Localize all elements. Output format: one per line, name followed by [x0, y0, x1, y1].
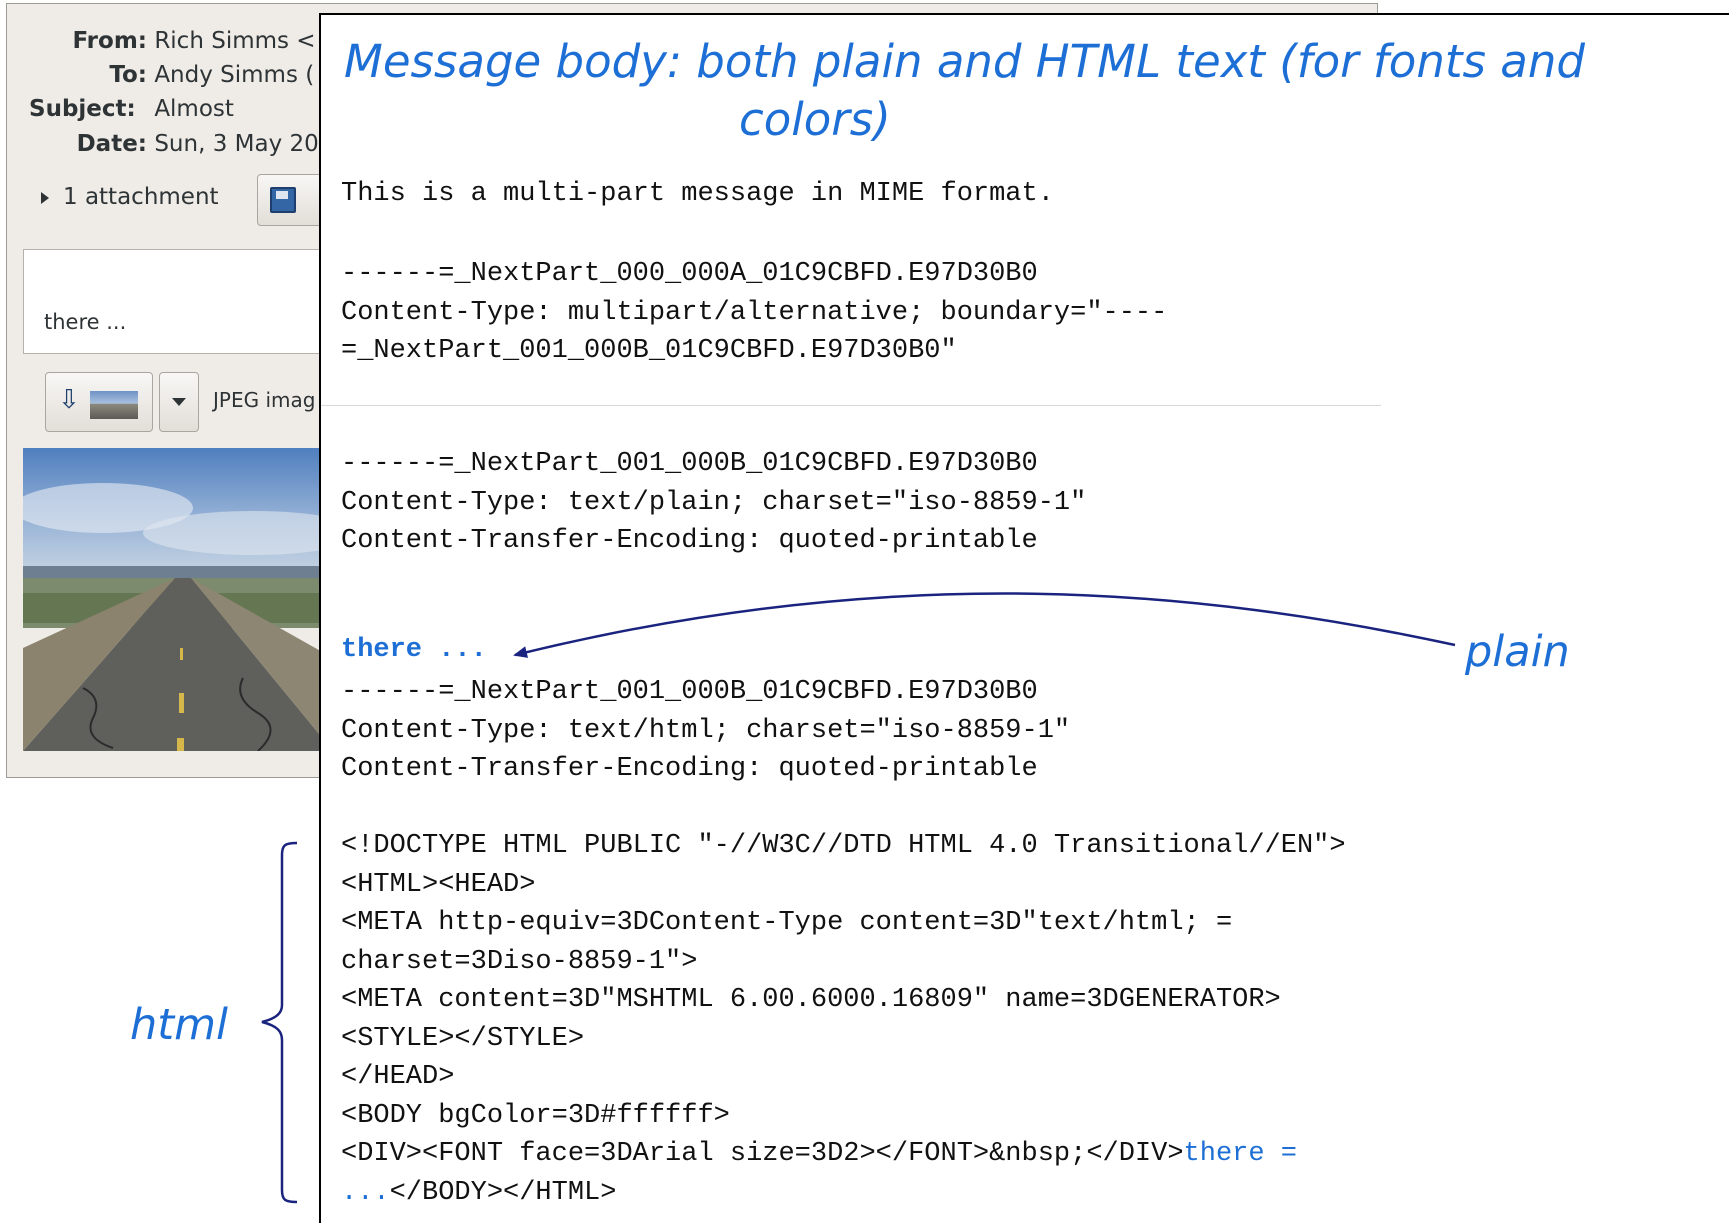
html-source-line: charset=3Diso-8859-1">: [341, 946, 698, 977]
date-label: Date:: [76, 131, 147, 157]
html-highlighted-ellipsis: ...: [341, 1177, 390, 1208]
floppy-disk-icon: [270, 187, 296, 213]
subject-value: Almost: [154, 96, 234, 122]
html-source-line: <STYLE></STYLE>: [341, 1023, 585, 1054]
subject-label: Subject:: [29, 96, 136, 122]
plain-part-header-block: ------=_NextPart_001_000B_01C9CBFD.E97D3…: [341, 449, 1087, 556]
date-value: Sun, 3 May 20: [154, 131, 319, 157]
html-source-line: <META http-equiv=3DContent-Type content=…: [341, 908, 1233, 938]
html-source-block: <!DOCTYPE HTML PUBLIC "-//W3C//DTD HTML …: [341, 827, 1346, 1212]
html-source-line: </HEAD>: [341, 1062, 455, 1092]
mime-source-panel: Message body: both plain and HTML text (…: [319, 13, 1729, 1223]
date-header: Date: Sun, 3 May 20: [7, 131, 319, 157]
to-header: To: Andy Simms (: [7, 62, 314, 88]
attachment-menu-button[interactable]: [159, 372, 199, 432]
html-source-line: <META content=3D"MSHTML 6.00.6000.16809"…: [341, 985, 1281, 1015]
from-label: From:: [72, 28, 147, 54]
open-attachment-button[interactable]: ⇩: [45, 372, 153, 432]
plain-annotation-label: plain: [1465, 627, 1570, 677]
html-part-header-block: ------=_NextPart_001_000B_01C9CBFD.E97D3…: [341, 677, 1071, 784]
chevron-down-icon: [172, 398, 186, 406]
attachment-expander[interactable]: 1 attachment: [41, 184, 219, 210]
section-divider: [321, 405, 1381, 406]
image-thumbnail-icon: [90, 391, 138, 419]
html-highlighted-text: there =: [1183, 1139, 1297, 1169]
html-source-line: <!DOCTYPE HTML PUBLIC "-//W3C//DTD HTML …: [341, 831, 1346, 861]
save-attachment-button[interactable]: [257, 174, 327, 226]
attached-road-photo: [23, 448, 333, 751]
triangle-right-icon[interactable]: [41, 191, 49, 204]
attachment-summary: 1 attachment: [63, 184, 219, 210]
panel-title: Message body: both plain and HTML text (…: [344, 35, 1585, 88]
from-value[interactable]: Rich Simms <: [154, 28, 315, 54]
plain-text-body: there ...: [341, 635, 487, 665]
html-source-line: <BODY bgColor=3D#ffffff>: [341, 1100, 730, 1131]
mime-intro-text: This is a multi-part message in MIME for…: [341, 179, 1054, 209]
to-value[interactable]: Andy Simms (: [154, 62, 314, 88]
down-arrow-icon: ⇩: [58, 385, 80, 415]
multipart-header-block: ------=_NextPart_000_000A_01C9CBFD.E97D3…: [341, 259, 1168, 366]
subject-header: Subject: Almost: [7, 96, 234, 122]
html-annotation-label: html: [130, 1000, 228, 1050]
from-header: From: Rich Simms <: [7, 28, 315, 54]
html-closing-tags: </BODY></HTML>: [389, 1177, 617, 1208]
attachment-type-label: JPEG imag: [213, 388, 316, 412]
panel-title-continued: colors): [739, 93, 891, 146]
html-div-line-prefix: <DIV><FONT face=3DArial size=3D2></FONT>…: [341, 1139, 1184, 1169]
to-label: To:: [109, 62, 147, 88]
html-brace: [261, 841, 298, 1204]
body-preview-text: there ...: [44, 310, 127, 334]
html-source-line: <HTML><HEAD>: [341, 869, 536, 900]
